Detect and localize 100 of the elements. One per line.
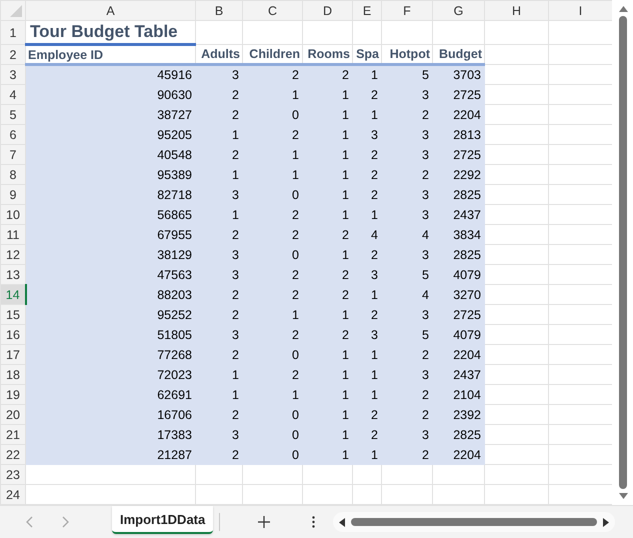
table-cell: 1 (302, 144, 352, 164)
column-header[interactable]: I (548, 0, 612, 20)
row-header[interactable]: 6 (0, 124, 26, 144)
column-header[interactable]: A (26, 0, 196, 20)
table-cell: 3 (382, 424, 432, 444)
table-cell: 2 (242, 264, 302, 284)
table-cell: 1 (302, 304, 352, 324)
table-cell: 2 (352, 304, 382, 324)
table-cell: 3 (196, 244, 242, 264)
table-cell: 4079 (432, 324, 484, 344)
row-header[interactable]: 3 (0, 64, 26, 84)
column-header[interactable]: H (484, 0, 548, 20)
row-header[interactable]: 15 (0, 304, 26, 324)
table-cell: 0 (242, 344, 302, 364)
table-cell: 3 (196, 324, 242, 344)
scroll-right-icon[interactable] (603, 518, 610, 527)
row-header[interactable]: 22 (0, 444, 26, 464)
table-cell: 2 (196, 284, 242, 304)
row-header[interactable]: 10 (0, 204, 26, 224)
table-cell: 3 (382, 124, 432, 144)
sheet-tab[interactable]: Import1DData (112, 506, 214, 534)
row-header[interactable]: 4 (0, 84, 26, 104)
table-cell: 1 (302, 364, 352, 384)
horizontal-scrollbar[interactable] (333, 512, 616, 532)
table-cell: 3 (382, 364, 432, 384)
table-cell: 4 (352, 224, 382, 244)
table-cell: 2 (196, 84, 242, 104)
table-cell: 67955 (26, 224, 196, 244)
table-cell: 40548 (26, 144, 196, 164)
row-header[interactable]: 8 (0, 164, 26, 184)
scroll-left-icon[interactable] (339, 518, 346, 527)
table-cell: 77268 (26, 344, 196, 364)
row-header[interactable]: 13 (0, 264, 26, 284)
table-cell: 4 (382, 224, 432, 244)
add-sheet-icon[interactable] (258, 516, 270, 528)
row-header[interactable]: 19 (0, 384, 26, 404)
table-cell: 0 (242, 104, 302, 124)
column-header[interactable]: D (302, 0, 352, 20)
table-cell: 2 (196, 104, 242, 124)
column-header[interactable]: C (242, 0, 302, 20)
table-cell: 2437 (432, 364, 484, 384)
table-cell: 2 (302, 324, 352, 344)
column-header[interactable]: G (432, 0, 484, 20)
table-cell: 2 (242, 324, 302, 344)
table-cell: 1 (302, 84, 352, 104)
scrollbar-thumb[interactable] (619, 16, 627, 490)
row-header[interactable]: 21 (0, 424, 26, 444)
table-cell: 1 (196, 204, 242, 224)
column-header[interactable]: F (382, 0, 432, 20)
table-cell: 2 (352, 164, 382, 184)
row-header[interactable]: 1 (0, 20, 26, 44)
row-header[interactable]: 2 (0, 44, 26, 64)
row-header[interactable]: 18 (0, 364, 26, 384)
column-header[interactable]: E (352, 0, 382, 20)
table-cell: 2825 (432, 244, 484, 264)
table-cell: 3 (382, 244, 432, 264)
table-cell: 2 (196, 304, 242, 324)
table-cell: 2 (352, 184, 382, 204)
table-cell: 1 (302, 384, 352, 404)
table-cell: 5 (382, 264, 432, 284)
table-cell: 2292 (432, 164, 484, 184)
table-cell: 2 (242, 364, 302, 384)
table-cell: 2725 (432, 84, 484, 104)
table-cell: 88203 (26, 284, 196, 304)
table-cell: 3 (196, 184, 242, 204)
table-cell: 3 (352, 324, 382, 344)
table-cell: 51805 (26, 324, 196, 344)
row-header[interactable]: 7 (0, 144, 26, 164)
table-cell: 2 (302, 224, 352, 244)
row-header[interactable]: 23 (0, 464, 26, 484)
row-header[interactable]: 20 (0, 404, 26, 424)
row-header[interactable]: 11 (0, 224, 26, 244)
more-icon[interactable] (312, 516, 316, 528)
table-cell: 3 (382, 184, 432, 204)
table-cell: 17383 (26, 424, 196, 444)
table-cell: 2 (242, 124, 302, 144)
table-cell: 2392 (432, 404, 484, 424)
column-header[interactable]: B (196, 0, 242, 20)
table-title: Tour Budget Table (26, 20, 196, 44)
table-cell: 1 (302, 344, 352, 364)
table-cell: 4 (382, 284, 432, 304)
table-cell: 1 (302, 244, 352, 264)
scroll-down-icon[interactable] (618, 493, 628, 500)
row-header[interactable]: 5 (0, 104, 26, 124)
table-cell: 1 (352, 204, 382, 224)
table-cell: 2 (382, 384, 432, 404)
scrollbar-thumb[interactable] (351, 518, 598, 526)
row-header[interactable]: 17 (0, 344, 26, 364)
row-header[interactable]: 12 (0, 244, 26, 264)
row-header[interactable]: 14 (0, 284, 26, 304)
row-header[interactable]: 9 (0, 184, 26, 204)
row-header[interactable]: 16 (0, 324, 26, 344)
table-cell: 2725 (432, 304, 484, 324)
table-cell: 2 (242, 204, 302, 224)
table-cell: 2 (242, 284, 302, 304)
table-cell: 1 (352, 444, 382, 464)
row-header[interactable]: 24 (0, 484, 26, 504)
table-cell: 1 (352, 284, 382, 304)
scroll-up-icon[interactable] (618, 6, 628, 12)
table-cell: 1 (302, 444, 352, 464)
